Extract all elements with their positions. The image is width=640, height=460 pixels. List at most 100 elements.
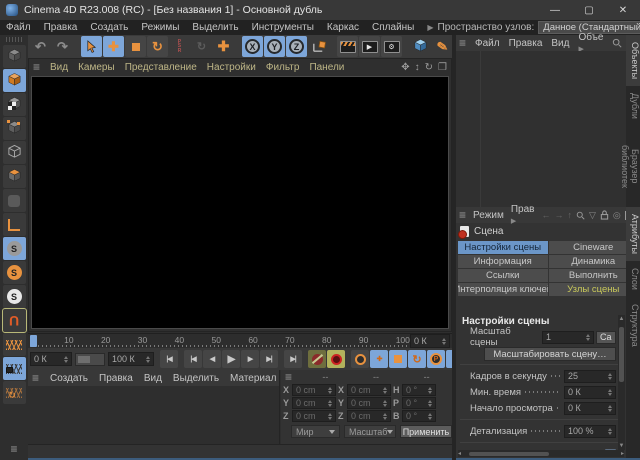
menu-modes[interactable]: Режимы <box>141 22 179 33</box>
search-icon[interactable] <box>612 38 622 48</box>
menu-select[interactable]: Выделить <box>192 22 238 33</box>
points-mode-button[interactable] <box>3 117 26 140</box>
horizontal-scrollbar[interactable]: ◂▸ <box>458 450 624 457</box>
vp-menu-view[interactable]: Вид <box>50 62 68 73</box>
scale-y-field[interactable]: 0 cm <box>347 397 391 409</box>
edges-mode-button[interactable] <box>3 141 26 164</box>
viewport-menu-icon[interactable]: ≡ <box>33 60 40 74</box>
scale-tool-button[interactable] <box>125 36 146 57</box>
om-menu-edit[interactable]: Правка <box>509 38 543 49</box>
object-tree[interactable] <box>456 51 626 207</box>
primitive-cube-button[interactable] <box>410 36 431 57</box>
play-button[interactable]: ▶ <box>222 350 240 368</box>
forward-arrow-icon[interactable]: → <box>554 210 563 220</box>
vp-maximize-icon[interactable]: ❐ <box>438 62 447 73</box>
om-menu-icon[interactable]: ≡ <box>459 36 466 50</box>
lod-field[interactable]: 100 % <box>564 425 616 438</box>
tab-attributes[interactable]: Атрибуты <box>626 207 640 261</box>
menu-edit[interactable]: Правка <box>44 22 78 33</box>
tab-cineware[interactable]: Cineware <box>549 241 639 254</box>
fps-field[interactable]: 25 <box>564 370 616 383</box>
mat-menu-create[interactable]: Создать <box>50 373 88 384</box>
tab-structure[interactable]: Структура <box>626 297 640 354</box>
y-axis-lock-button[interactable]: Y <box>264 36 285 57</box>
scale-scene-button[interactable]: Масштабировать сцену… <box>484 347 616 361</box>
pos-x-field[interactable]: 0 cm <box>292 384 336 396</box>
tab-key-interpolation[interactable]: Интерполяция ключей <box>458 283 548 296</box>
coord-space-dropdown[interactable]: Мир <box>291 425 340 438</box>
lock-workplane-button[interactable] <box>3 357 26 380</box>
timeline-ruler[interactable]: 010 2030 4050 6070 8090 100 0 К <box>28 333 452 348</box>
uv-mode-button[interactable] <box>3 189 26 212</box>
vp-dolly-icon[interactable]: ↕ <box>415 62 420 73</box>
solo-hierarchy-button[interactable]: S <box>3 285 26 308</box>
coord-mode-dropdown[interactable]: Масштаб <box>344 425 396 438</box>
expand-arrow-icon[interactable]: ▶ <box>427 23 433 32</box>
last-tool-button[interactable]: ✚ <box>213 36 234 57</box>
record-rotation-button[interactable]: ↻ <box>408 350 426 368</box>
pos-y-field[interactable]: 0 cm <box>292 397 336 409</box>
texture-mode-button[interactable] <box>3 93 26 116</box>
autokey-button[interactable] <box>327 350 345 368</box>
min-time-field[interactable]: 0 К <box>564 386 616 399</box>
menu-file[interactable]: Файл <box>6 22 31 33</box>
menu-tools[interactable]: Инструменты <box>252 22 314 33</box>
menu-create[interactable]: Создать <box>90 22 128 33</box>
am-menu-mode[interactable]: Режим <box>473 210 504 221</box>
last-rotate-button[interactable]: ↻ <box>191 36 212 57</box>
next-frame-button[interactable]: ▶ <box>241 350 259 368</box>
record-position-button[interactable]: ✚ <box>370 350 388 368</box>
goto-start-button[interactable]: |◀ <box>160 350 178 368</box>
coords-menu-icon[interactable]: ≡ <box>285 370 292 384</box>
record-parameter-button[interactable]: P <box>427 350 445 368</box>
render-settings-button[interactable]: ⚙ <box>381 36 402 57</box>
range-end-field[interactable]: 100 К <box>108 352 154 366</box>
search-icon[interactable] <box>576 211 585 220</box>
vp-menu-display[interactable]: Представление <box>125 62 197 73</box>
make-editable-button[interactable] <box>3 45 26 68</box>
next-key-button[interactable]: ▶| <box>260 350 278 368</box>
x-axis-lock-button[interactable]: X <box>242 36 263 57</box>
materials-menu-icon[interactable]: ≡ <box>32 371 39 385</box>
apply-button[interactable]: Применить <box>400 425 452 438</box>
tab-project-settings[interactable]: Настройки сцены <box>458 241 548 254</box>
align-workplane-button[interactable]: ↻ <box>3 381 26 404</box>
spinner-icon[interactable] <box>439 338 446 345</box>
vp-menu-panel[interactable]: Панели <box>309 62 344 73</box>
target-icon[interactable]: ◎ <box>613 210 621 221</box>
record-scale-button[interactable] <box>389 350 407 368</box>
up-arrow-icon[interactable]: ↑ <box>567 210 572 220</box>
move-tool-button[interactable]: ✚ <box>103 36 124 57</box>
tab-layers[interactable]: Слои <box>626 261 640 297</box>
preview-start-field[interactable]: 0 К <box>564 402 616 415</box>
tab-scene-nodes[interactable]: Узлы сцены <box>549 283 639 296</box>
z-axis-lock-button[interactable]: Z <box>286 36 307 57</box>
tab-dynamics[interactable]: Динамика <box>549 255 639 268</box>
filter-icon[interactable]: ▽ <box>589 210 596 221</box>
tab-execute[interactable]: Выполнить <box>549 269 639 282</box>
palette-menu-icon[interactable]: ≡ <box>10 442 17 460</box>
am-menu-icon[interactable]: ≡ <box>459 208 466 222</box>
vp-rotate-icon[interactable]: ↻ <box>425 62 433 73</box>
tab-content-browser[interactable]: Браузер библиотек <box>626 126 640 207</box>
spline-pen-button[interactable]: ✎ <box>432 36 453 57</box>
pos-z-field[interactable]: 0 cm <box>292 410 336 422</box>
close-button[interactable]: ✕ <box>606 0 640 20</box>
maximize-button[interactable]: ▢ <box>572 0 606 20</box>
range-slider[interactable] <box>75 353 105 366</box>
vertical-scrollbar[interactable]: ▲ ▼ <box>618 315 625 450</box>
render-active-button[interactable]: ▶ <box>359 36 380 57</box>
range-start-field[interactable]: 0 К <box>30 352 72 366</box>
scale-field[interactable]: 1 <box>542 331 594 344</box>
undo-button[interactable]: ↶ <box>30 36 51 57</box>
viewport-canvas[interactable] <box>31 76 449 329</box>
axis-mode-button[interactable] <box>3 213 26 236</box>
select-tool-button[interactable] <box>81 36 102 57</box>
rot-h-field[interactable]: 0 ° <box>402 384 436 396</box>
goto-end-button[interactable]: ▶| <box>284 350 302 368</box>
prev-key-button[interactable]: |◀ <box>184 350 202 368</box>
scale-units-button[interactable]: Ca <box>596 331 616 344</box>
polygons-mode-button[interactable] <box>3 165 26 188</box>
palette-grip[interactable] <box>6 37 22 42</box>
tab-objects[interactable]: Объекты <box>626 35 640 86</box>
